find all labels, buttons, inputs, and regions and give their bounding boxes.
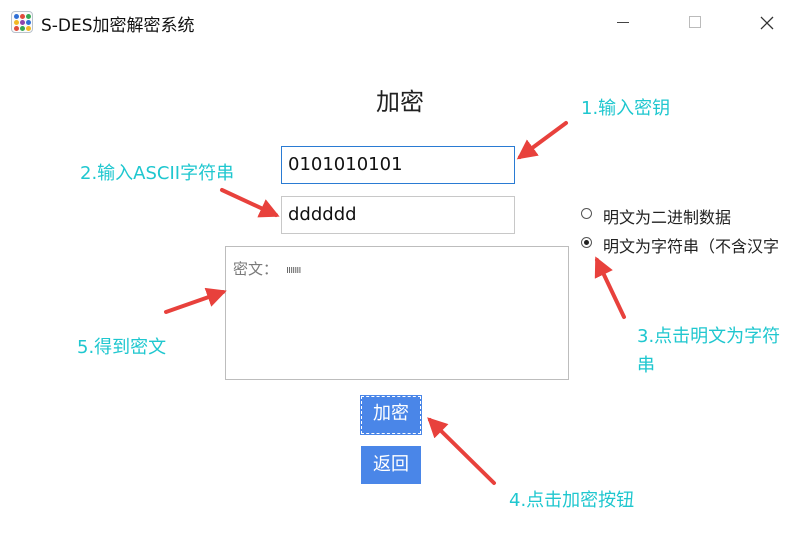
radio-unchecked-icon[interactable] [581, 208, 592, 219]
page-title: 加密 [376, 88, 424, 116]
annotation-step5: 5.得到密文 [77, 337, 167, 358]
ciphertext-output[interactable]: 密文： ııııııı [225, 246, 569, 380]
plaintext-input[interactable]: dddddd [281, 196, 515, 234]
minimize-icon[interactable] [588, 0, 658, 44]
arrow-to-string-radio-icon [594, 256, 626, 319]
title-bar: S-DES加密解密系统 [0, 0, 798, 44]
arrow-to-plaintext-icon [220, 188, 280, 218]
window-title: S-DES加密解密系统 [41, 16, 195, 36]
radio-checked-icon[interactable] [581, 237, 592, 248]
ciphertext-label: 密文： [233, 260, 279, 278]
string-mode-radio[interactable]: 明文为字符串（不含汉字 [581, 233, 798, 256]
key-input[interactable]: 0101010101 [281, 146, 515, 184]
app-grid-icon [11, 11, 33, 33]
annotation-step3: 3.点击明文为字符串 [637, 326, 781, 376]
arrow-to-encrypt-icon [427, 417, 496, 485]
ciphertext-value: ııııııı [286, 263, 301, 276]
arrow-to-ciphertext-icon [164, 287, 227, 314]
binary-mode-radio[interactable]: 明文为二进制数据 [581, 204, 798, 227]
annotation-step2: 2.输入ASCII字符串 [80, 163, 235, 184]
maximize-icon[interactable] [660, 0, 730, 44]
string-mode-label: 明文为字符串（不含汉字 [603, 237, 780, 256]
annotation-step4: 4.点击加密按钮 [509, 490, 635, 511]
back-button[interactable]: 返回 [361, 446, 421, 484]
annotation-step1: 1.输入密钥 [581, 98, 671, 119]
encrypt-button[interactable]: 加密 [360, 395, 422, 435]
close-icon[interactable] [731, 0, 798, 44]
arrow-to-key-icon [516, 121, 568, 160]
binary-mode-label: 明文为二进制数据 [603, 208, 732, 227]
